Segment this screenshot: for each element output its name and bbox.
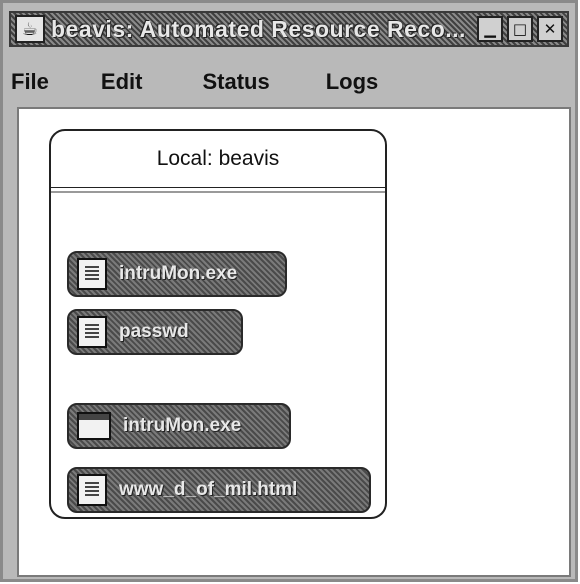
host-panel[interactable]: Local: beavis intruMon.exe passwd intruM… (49, 129, 387, 519)
resource-label: intruMon.exe (123, 415, 242, 436)
main-canvas: Local: beavis intruMon.exe passwd intruM… (17, 107, 571, 577)
coffee-cup-icon[interactable]: ☕ (15, 15, 45, 43)
window-icon (77, 412, 111, 440)
minimize-icon: ▁ (484, 20, 496, 38)
resource-item[interactable]: intruMon.exe (67, 251, 287, 297)
file-icon (77, 474, 107, 506)
close-button[interactable]: ✕ (537, 16, 563, 42)
resource-label: www_d_of_mil.html (119, 479, 298, 500)
menu-edit[interactable]: Edit (101, 69, 143, 95)
resource-item[interactable]: passwd (67, 309, 243, 355)
menu-logs[interactable]: Logs (326, 69, 379, 95)
resource-item[interactable]: intruMon.exe (67, 403, 291, 449)
window-title: beavis: Automated Resource Reco... (51, 15, 466, 42)
resource-label: passwd (119, 321, 189, 342)
maximize-icon: □ (512, 20, 528, 38)
host-title-divider (51, 191, 385, 193)
menu-status[interactable]: Status (202, 69, 269, 95)
menu-bar: File Edit Status Logs (11, 65, 378, 99)
close-icon: ✕ (543, 20, 557, 38)
resource-label: intruMon.exe (119, 263, 238, 284)
host-title: Local: beavis (51, 131, 385, 188)
app-window: ☕ beavis: Automated Resource Reco... ▁ □… (0, 0, 578, 582)
file-icon (77, 316, 107, 348)
minimize-button[interactable]: ▁ (477, 16, 503, 42)
title-bar[interactable]: ☕ beavis: Automated Resource Reco... ▁ □… (9, 11, 569, 47)
menu-file[interactable]: File (11, 69, 49, 95)
file-icon (77, 258, 107, 290)
maximize-button[interactable]: □ (507, 16, 533, 42)
resource-item[interactable]: www_d_of_mil.html (67, 467, 371, 513)
